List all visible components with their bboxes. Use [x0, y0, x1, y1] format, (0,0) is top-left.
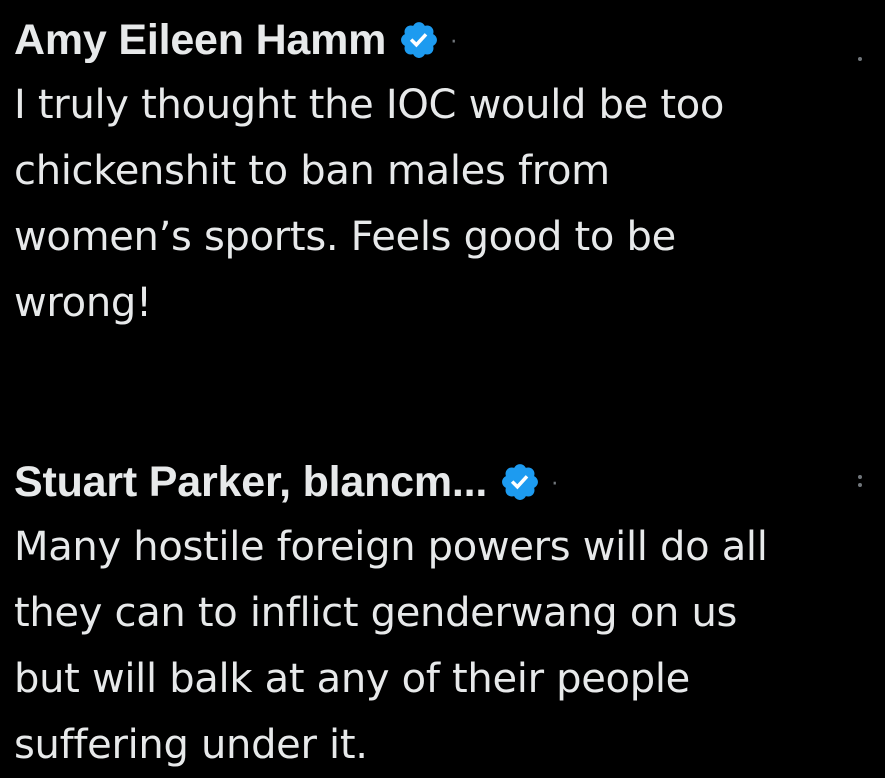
post-text: Many hostile foreign powers will do all … [14, 524, 768, 768]
separator-dot: · [450, 29, 458, 55]
author-name[interactable]: Stuart Parker, blancm... [14, 458, 487, 507]
post[interactable]: Stuart Parker, blancm... · Many hostile … [14, 456, 871, 778]
post[interactable]: Amy Eileen Hamm · I truly thought the IO… [14, 14, 871, 336]
verified-badge-icon [502, 464, 539, 500]
separator-dot: · [551, 471, 559, 497]
author-name[interactable]: Amy Eileen Hamm [14, 16, 386, 65]
more-options-icon[interactable] [855, 474, 865, 488]
verified-badge-icon [401, 22, 438, 58]
post-header: Amy Eileen Hamm · [14, 14, 871, 66]
post-text: I truly thought the IOC would be too chi… [14, 82, 725, 326]
more-options-icon[interactable] [855, 48, 865, 62]
post-header: Stuart Parker, blancm... · [14, 456, 871, 508]
